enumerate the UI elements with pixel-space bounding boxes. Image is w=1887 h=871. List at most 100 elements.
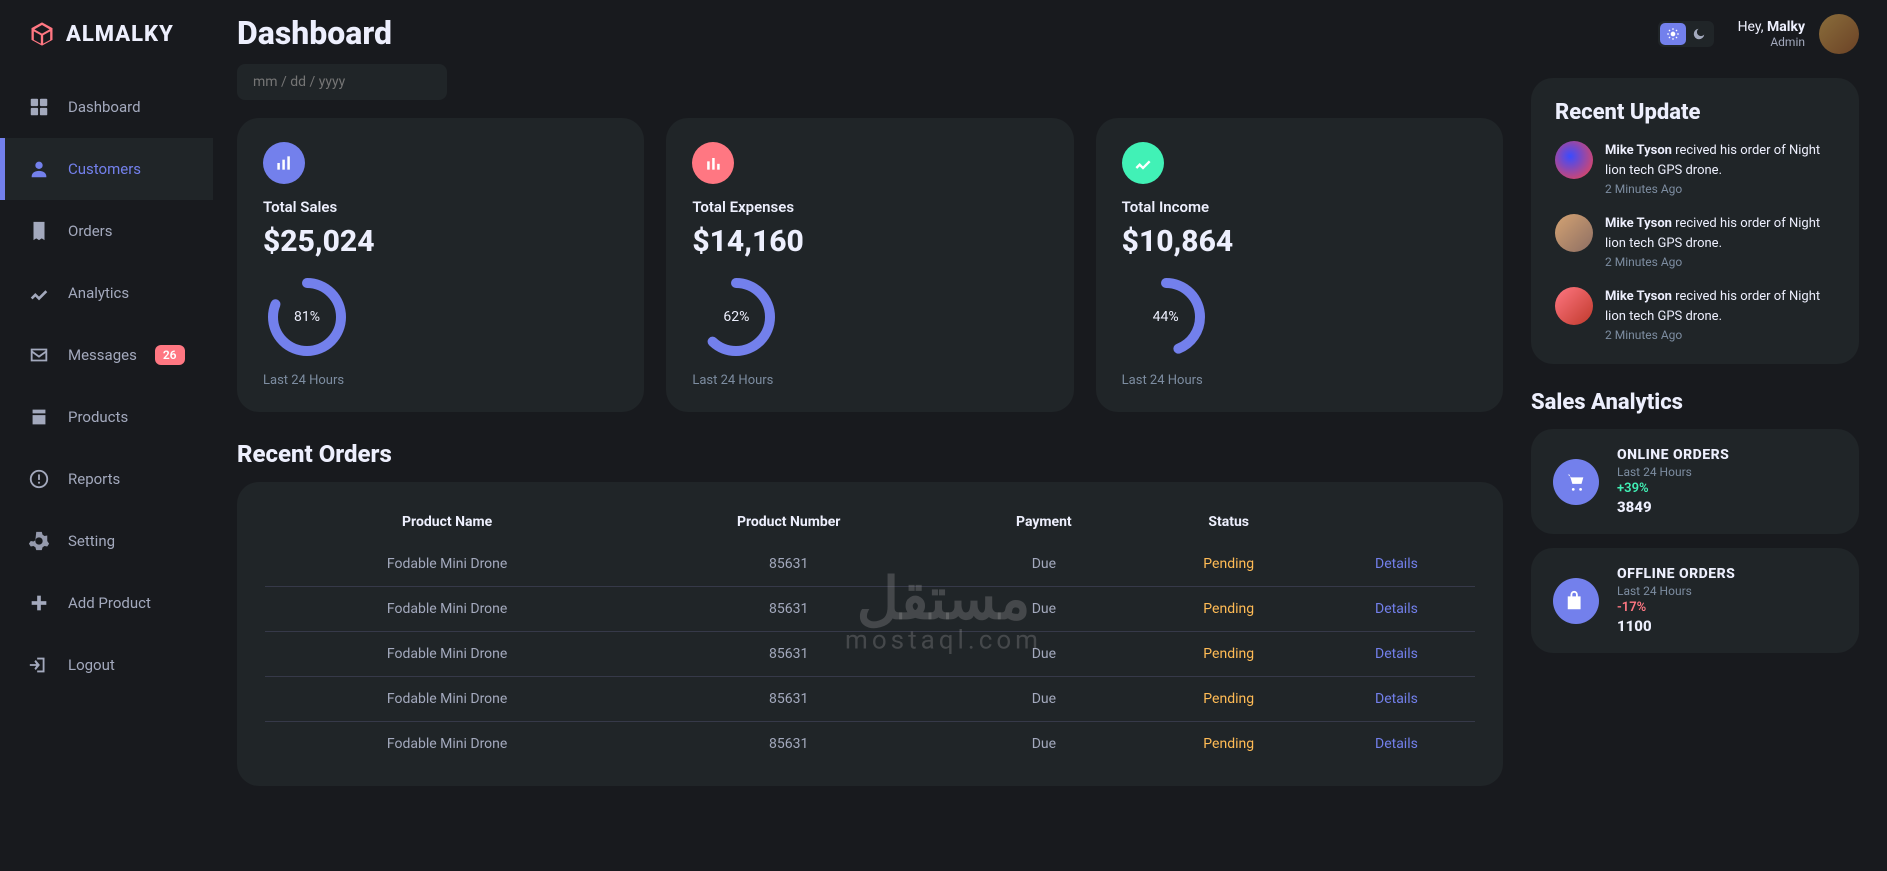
sidebar-item-products[interactable]: Products [0,386,213,448]
sidebar-item-add-product[interactable]: Add Product [0,572,213,634]
update-item: Mike Tyson recived his order of Night li… [1555,141,1835,196]
sidebar-item-label: Setting [68,532,115,550]
orders-card: Product NameProduct NumberPaymentStatus … [237,482,1503,786]
date-input[interactable] [237,64,447,100]
sidebar-item-orders[interactable]: Orders [0,200,213,262]
analytics-sub: Last 24 Hours [1617,465,1837,479]
details-link[interactable]: Details [1318,542,1475,587]
insight-icon [1122,142,1164,184]
logo-text: ALMALKY [66,22,174,47]
update-text: Mike Tyson recived his order of Night li… [1605,214,1835,253]
table-header: Status [1140,502,1318,542]
insight-card-1: Total Expenses $14,160 62% Last 24 Hours [666,118,1073,412]
cell-payment: Due [948,632,1139,677]
page-title: Dashboard [237,14,1503,52]
orders-table: Product NameProduct NumberPaymentStatus … [265,502,1475,766]
analytics-value: 1100 [1617,617,1837,635]
insight-value: $25,024 [263,224,618,259]
avatar [1555,141,1593,179]
main-content: Dashboard Total Sales $25,024 81% Last 2… [213,0,1527,871]
topbar: Hey, Malky Admin [1531,14,1859,54]
sidebar-item-label: Products [68,408,128,426]
mail-icon [28,344,50,366]
insight-value: $14,160 [692,224,1047,259]
analytics-icon [28,282,50,304]
details-link[interactable]: Details [1318,587,1475,632]
sidebar-item-label: Dashboard [68,98,141,116]
cell-payment: Due [948,587,1139,632]
update-text: Mike Tyson recived his order of Night li… [1605,141,1835,180]
plus-icon [28,592,50,614]
sales-analytics-title: Sales Analytics [1531,390,1859,415]
cell-product-number: 85631 [629,542,948,587]
update-item: Mike Tyson recived his order of Night li… [1555,287,1835,342]
update-time: 2 Minutes Ago [1605,255,1835,269]
sidebar-item-setting[interactable]: Setting [0,510,213,572]
analytics-change: +39% [1617,481,1837,496]
cell-product-name: Fodable Mini Drone [265,722,629,767]
profile-role: Admin [1738,35,1805,49]
table-row: Fodable Mini Drone 85631 Due Pending Det… [265,587,1475,632]
table-row: Fodable Mini Drone 85631 Due Pending Det… [265,542,1475,587]
details-link[interactable]: Details [1318,677,1475,722]
inventory-icon [28,406,50,428]
cell-product-name: Fodable Mini Drone [265,542,629,587]
update-time: 2 Minutes Ago [1605,328,1835,342]
insight-value: $10,864 [1122,224,1477,259]
sidebar-item-reports[interactable]: Reports [0,448,213,510]
table-row: Fodable Mini Drone 85631 Due Pending Det… [265,722,1475,767]
sidebar-item-messages[interactable]: Messages 26 [0,324,213,386]
logout-icon [28,654,50,676]
sidebar-item-label: Customers [68,160,141,178]
insight-icon [263,142,305,184]
insight-label: Total Income [1122,198,1477,216]
messages-badge: 26 [155,345,185,365]
cell-payment: Due [948,677,1139,722]
insight-card-0: Total Sales $25,024 81% Last 24 Hours [237,118,644,412]
insight-percent: 62% [723,309,749,325]
analytics-label: ONLINE ORDERS [1617,447,1837,463]
sidebar-item-analytics[interactable]: Analytics [0,262,213,324]
sidebar-item-label: Messages [68,346,137,364]
person-icon [28,158,50,180]
table-header: Product Number [629,502,948,542]
logo[interactable]: ALMALKY [0,12,213,76]
analytics-label: OFFLINE ORDERS [1617,566,1837,582]
cell-product-number: 85631 [629,722,948,767]
sidebar-item-label: Analytics [68,284,129,302]
cell-product-number: 85631 [629,587,948,632]
recent-updates-card: Recent Update Mike Tyson recived his ord… [1531,78,1859,364]
receipt-icon [28,220,50,242]
sidebar-item-logout[interactable]: Logout [0,634,213,696]
cell-payment: Due [948,722,1139,767]
profile[interactable]: Hey, Malky Admin [1738,14,1859,54]
cell-product-name: Fodable Mini Drone [265,677,629,722]
details-link[interactable]: Details [1318,632,1475,677]
grid-icon [28,96,50,118]
sidebar-item-customers[interactable]: Customers [0,138,213,200]
insights-row: Total Sales $25,024 81% Last 24 Hours To… [237,118,1503,412]
theme-toggle[interactable] [1658,21,1714,47]
cell-product-name: Fodable Mini Drone [265,632,629,677]
analytics-change: -17% [1617,600,1837,615]
insight-progress: 81% [263,273,351,361]
insight-percent: 81% [294,309,320,325]
sidebar-item-label: Add Product [68,594,151,612]
cell-status: Pending [1140,632,1318,677]
right-panel: Hey, Malky Admin Recent Update Mike Tyso… [1527,0,1887,871]
recent-updates-title: Recent Update [1555,100,1835,125]
logo-icon [28,20,56,48]
sidebar-item-dashboard[interactable]: Dashboard [0,76,213,138]
insight-time: Last 24 Hours [263,373,618,388]
update-time: 2 Minutes Ago [1605,182,1835,196]
cell-product-name: Fodable Mini Drone [265,587,629,632]
gear-icon [28,530,50,552]
details-link[interactable]: Details [1318,722,1475,767]
analytics-item-0: ONLINE ORDERS Last 24 Hours +39% 3849 [1531,429,1859,534]
sidebar-item-label: Reports [68,470,120,488]
profile-info: Hey, Malky Admin [1738,19,1805,49]
insight-label: Total Expenses [692,198,1047,216]
update-item: Mike Tyson recived his order of Night li… [1555,214,1835,269]
analytics-item-icon [1553,459,1599,505]
cell-status: Pending [1140,542,1318,587]
